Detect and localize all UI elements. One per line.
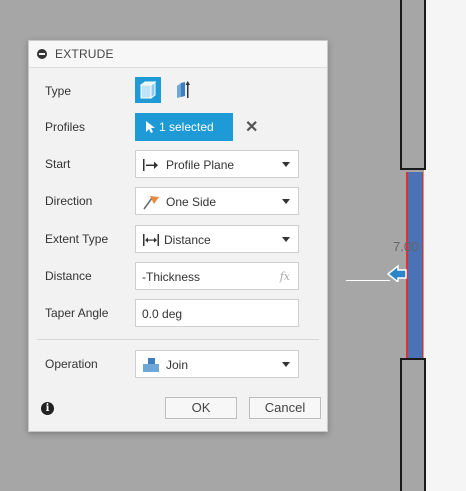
taper-angle-value: 0.0 deg [142,307,183,321]
model-edge-left-top [400,0,402,170]
taper-angle-input[interactable]: 0.0 deg [135,299,299,327]
extent-type-label: Extent Type [45,232,109,246]
direction-row: Direction One Side [29,187,327,215]
profiles-selected-text: 1 selected [159,120,214,134]
chevron-down-icon [282,199,290,204]
model-edge-left-bottom [400,360,402,491]
profiles-selection-button[interactable]: 1 selected [135,113,233,141]
info-icon[interactable]: i [41,402,54,415]
type-thin-button[interactable] [171,77,197,103]
dialog-title: EXTRUDE [55,47,114,61]
extrude-solid-icon [140,81,156,99]
operation-row: Operation Join [29,350,327,378]
distance-manipulator-arrow-icon[interactable] [386,260,408,282]
distance-input[interactable]: -Thickness fx [135,262,299,290]
taper-angle-label: Taper Angle [45,306,109,320]
ok-button[interactable]: OK [165,397,237,419]
start-value: Profile Plane [166,158,235,172]
profile-plane-icon [143,159,158,171]
distance-value: -Thickness [142,270,201,284]
operation-label: Operation [45,357,98,371]
collapse-circle-icon[interactable] [37,49,47,59]
chevron-down-icon [282,362,290,367]
extent-type-dropdown[interactable]: Distance [135,225,299,253]
divider [37,339,319,340]
extrude-thin-icon [177,81,190,98]
type-row: Type [29,77,327,105]
taper-angle-row: Taper Angle 0.0 deg [29,299,327,327]
cursor-arrow-icon [146,121,155,133]
start-dropdown[interactable]: Profile Plane [135,150,299,178]
type-label: Type [45,84,72,98]
model-edge-right-bottom [424,360,426,491]
operation-dropdown[interactable]: Join [135,350,299,378]
extent-type-row: Extent Type Distance [29,225,327,253]
axis-line [346,280,390,281]
operation-value: Join [166,358,189,372]
extent-type-value: Distance [164,233,211,247]
model-edge-notch-bottom [400,358,426,360]
join-icon [143,358,159,372]
close-icon[interactable]: ✕ [245,117,258,137]
start-label: Start [45,157,71,171]
distance-icon [143,234,159,246]
extrude-preview-body [406,172,423,358]
profiles-row: Profiles 1 selected ✕ [29,113,327,141]
direction-label: Direction [45,194,93,208]
viewport-white-area [424,0,466,491]
direction-value: One Side [166,195,217,209]
type-solid-button[interactable] [135,77,161,103]
function-fx-icon[interactable]: fx [280,270,290,283]
start-row: Start Profile Plane [29,150,327,178]
model-edge-notch-top [400,168,426,170]
profiles-label: Profiles [45,120,86,134]
extrude-dialog: EXTRUDE Type Profiles 1 selected ✕ Start… [28,40,328,432]
direction-dropdown[interactable]: One Side [135,187,299,215]
dialog-header: EXTRUDE [29,41,327,68]
distance-label: Distance [45,269,92,283]
chevron-down-icon [282,162,290,167]
dimension-label: 7.00 [393,239,419,254]
model-edge-right-top [424,0,426,170]
distance-row: Distance -Thickness fx [29,262,327,290]
one-side-flag-icon [143,196,159,210]
chevron-down-icon [282,237,290,242]
cancel-button[interactable]: Cancel [249,397,321,419]
